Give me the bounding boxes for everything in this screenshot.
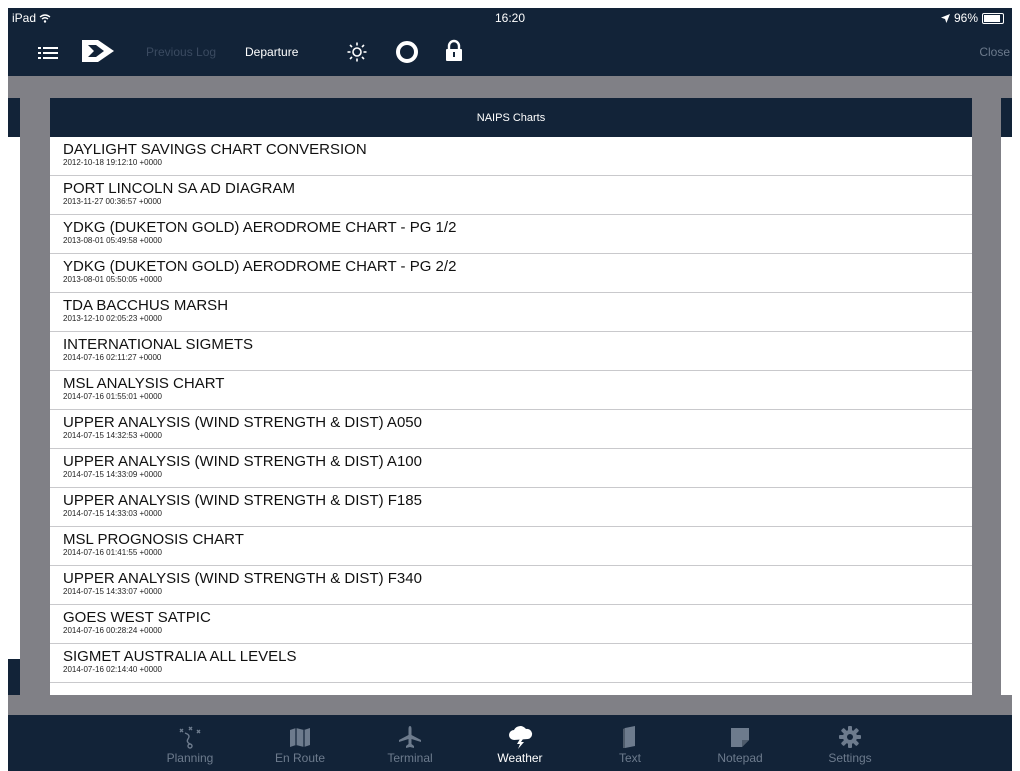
lifebuoy-icon[interactable] bbox=[396, 41, 418, 63]
chart-title: MSL PROGNOSIS CHART bbox=[63, 531, 244, 548]
chart-date: 2013-08-01 05:50:05 +0000 bbox=[63, 275, 162, 284]
list-item[interactable]: SIGMET AUSTRALIA ALL LEVELS 2014-07-16 02… bbox=[50, 644, 972, 683]
status-right: 96% bbox=[940, 11, 1004, 25]
tab-label: Text bbox=[618, 751, 641, 765]
list-item[interactable]: UPPER ANALYSIS (WIND STRENGTH & DIST) F1… bbox=[50, 488, 972, 527]
device-name: iPad bbox=[12, 11, 37, 25]
tab-notepad[interactable]: Notepad bbox=[700, 715, 780, 771]
tab-planning[interactable]: Planning bbox=[150, 715, 230, 771]
chart-date: 2014-07-16 00:28:24 +0000 bbox=[63, 626, 162, 635]
chart-date: 2014-07-15 14:32:53 +0000 bbox=[63, 431, 162, 440]
chart-date: 2013-08-01 05:49:58 +0000 bbox=[63, 236, 162, 245]
tab-weather[interactable]: Weather bbox=[480, 715, 560, 771]
chart-date: 2014-07-16 01:55:01 +0000 bbox=[63, 392, 162, 401]
list-item[interactable]: YDKG (DUKETON GOLD) AERODROME CHART - PG… bbox=[50, 215, 972, 254]
list-item[interactable]: YDKG (DUKETON GOLD) AERODROME CHART - PG… bbox=[50, 254, 972, 293]
tab-text[interactable]: Text bbox=[590, 715, 670, 771]
chart-title: DAYLIGHT SAVINGS CHART CONVERSION bbox=[63, 141, 367, 158]
chart-date: 2014-07-16 02:11:27 +0000 bbox=[63, 353, 162, 362]
chart-title: UPPER ANALYSIS (WIND STRENGTH & DIST) F3… bbox=[63, 570, 422, 587]
chart-date: 2014-07-15 14:33:07 +0000 bbox=[63, 587, 162, 596]
location-arrow-icon bbox=[940, 13, 950, 23]
nav-bar: Previous Log Departure Close bbox=[8, 28, 1012, 76]
chart-date: 2012-10-18 19:12:10 +0000 bbox=[63, 158, 162, 167]
panel-title: NAIPS Charts bbox=[50, 98, 972, 137]
list-icon[interactable] bbox=[38, 46, 58, 60]
chart-title: MSL ANALYSIS CHART bbox=[63, 375, 225, 392]
list-item[interactable]: GOES WEST SATPIC 2014-07-16 00:28:24 +000… bbox=[50, 605, 972, 644]
status-bar: iPad 16:20 96% bbox=[8, 8, 1012, 28]
list-item[interactable]: UPPER ANALYSIS (WIND STRENGTH & DIST) A1… bbox=[50, 449, 972, 488]
left-panel bbox=[8, 98, 20, 695]
device-label: iPad bbox=[12, 11, 51, 25]
chart-date: 2013-12-10 02:05:23 +0000 bbox=[63, 314, 162, 323]
list-item[interactable]: UPPER ANALYSIS (WIND STRENGTH & DIST) A0… bbox=[50, 410, 972, 449]
chart-title: YDKG (DUKETON GOLD) AERODROME CHART - PG… bbox=[63, 258, 457, 275]
tab-terminal[interactable]: Terminal bbox=[370, 715, 450, 771]
tab-label: Notepad bbox=[717, 751, 763, 765]
chart-title: TDA BACCHUS MARSH bbox=[63, 297, 229, 314]
book-icon bbox=[623, 726, 635, 748]
gear-icon bbox=[839, 726, 861, 748]
route-icon bbox=[179, 726, 201, 749]
notepad-icon bbox=[731, 728, 749, 747]
tab-label: Weather bbox=[497, 751, 543, 765]
app-frame: iPad 16:20 96% Previous Log Departure Cl… bbox=[8, 8, 1012, 771]
chart-date: 2014-07-15 14:33:03 +0000 bbox=[63, 509, 162, 518]
tab-label: Settings bbox=[828, 751, 872, 765]
chart-title: YDKG (DUKETON GOLD) AERODROME CHART - PG… bbox=[63, 219, 457, 236]
left-panel-header bbox=[8, 98, 20, 137]
departure-button[interactable]: Departure bbox=[245, 45, 298, 59]
naips-charts-panel: NAIPS Charts DAYLIGHT SAVINGS CHART CONV… bbox=[50, 98, 972, 695]
brightness-icon[interactable] bbox=[347, 42, 367, 62]
chart-date: 2013-11-27 00:36:57 +0000 bbox=[63, 197, 162, 206]
list-item[interactable]: UPPER ANALYSIS (WIND STRENGTH & DIST) F3… bbox=[50, 566, 972, 605]
tab-bar: Planning En Route Terminal Weather Text … bbox=[8, 715, 1012, 771]
chart-title: INTERNATIONAL SIGMETS bbox=[63, 336, 254, 353]
list-item[interactable]: MSL ANALYSIS CHART 2014-07-16 01:55:01 +0… bbox=[50, 371, 972, 410]
battery-percent: 96% bbox=[953, 11, 978, 25]
left-panel-footer bbox=[8, 659, 20, 695]
status-time: 16:20 bbox=[494, 11, 526, 25]
tab-label: Planning bbox=[166, 751, 214, 765]
tab-label: Terminal bbox=[387, 751, 433, 765]
list-item[interactable]: PORT LINCOLN SA AD DIAGRAM 2013-11-27 00:… bbox=[50, 176, 972, 215]
list-item[interactable]: DAYLIGHT SAVINGS CHART CONVERSION 2012-10… bbox=[50, 137, 972, 176]
airplane-icon bbox=[399, 726, 421, 748]
right-panel-header bbox=[1001, 98, 1012, 137]
chart-date: 2014-07-16 02:14:40 +0000 bbox=[63, 665, 162, 674]
chart-date: 2014-07-16 01:41:55 +0000 bbox=[63, 548, 162, 557]
lock-icon[interactable] bbox=[445, 39, 463, 61]
right-panel bbox=[1001, 98, 1012, 695]
chart-title: PORT LINCOLN SA AD DIAGRAM bbox=[63, 180, 296, 197]
previous-log-button[interactable]: Previous Log bbox=[146, 45, 216, 59]
tab-label: En Route bbox=[274, 751, 326, 765]
chart-title: UPPER ANALYSIS (WIND STRENGTH & DIST) A1… bbox=[63, 453, 422, 470]
chart-title: UPPER ANALYSIS (WIND STRENGTH & DIST) F1… bbox=[63, 492, 422, 509]
chart-title: UPPER ANALYSIS (WIND STRENGTH & DIST) A0… bbox=[63, 414, 422, 431]
battery-icon bbox=[982, 12, 1004, 24]
list-item[interactable]: INTERNATIONAL SIGMETS 2014-07-16 02:11:27… bbox=[50, 332, 972, 371]
close-button[interactable]: Close bbox=[979, 45, 1010, 59]
app-logo-icon[interactable] bbox=[78, 36, 118, 66]
list-item[interactable]: MSL PROGNOSIS CHART 2014-07-16 01:41:55 +… bbox=[50, 527, 972, 566]
tab-en-route[interactable]: En Route bbox=[260, 715, 340, 771]
tab-settings[interactable]: Settings bbox=[810, 715, 890, 771]
chart-list: DAYLIGHT SAVINGS CHART CONVERSION 2012-10… bbox=[50, 137, 972, 683]
chart-title: GOES WEST SATPIC bbox=[63, 609, 211, 626]
chart-title: SIGMET AUSTRALIA ALL LEVELS bbox=[63, 648, 297, 665]
wifi-icon bbox=[39, 14, 51, 23]
map-icon bbox=[290, 728, 310, 747]
list-item[interactable]: TDA BACCHUS MARSH 2013-12-10 02:05:23 +00… bbox=[50, 293, 972, 332]
chart-date: 2014-07-15 14:33:09 +0000 bbox=[63, 470, 162, 479]
weather-icon bbox=[509, 726, 533, 749]
